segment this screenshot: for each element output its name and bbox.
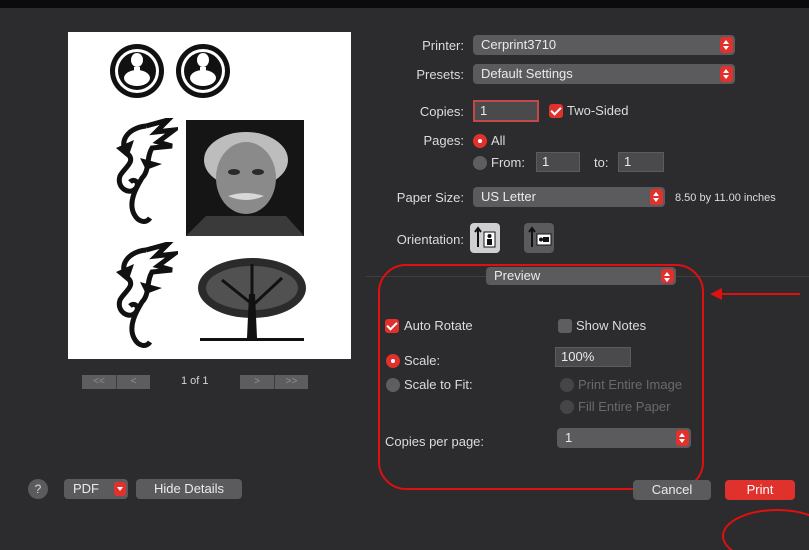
previous-page-button[interactable]: < [116,375,150,389]
portrait-icon [474,226,496,248]
pdf-label: PDF [73,481,99,496]
help-button[interactable]: ? [28,479,48,499]
pages-all-label: All [491,133,506,148]
page-count-label: 1 of 1 [181,375,209,387]
portrait-photo-image [186,120,304,236]
first-page-button[interactable]: << [82,375,116,389]
dragon-image-2 [116,242,178,348]
pages-from-radio[interactable] [473,156,487,170]
printer-label: Printer: [422,38,464,53]
printer-value: Cerprint3710 [481,37,557,52]
buddha-medallion-image-2 [176,44,230,98]
next-page-button[interactable]: > [240,375,274,389]
pages-from-label: From: [491,155,525,170]
paper-size-value: US Letter [481,189,536,204]
chevron-updown-icon [650,189,663,205]
copies-label: Copies: [419,104,464,119]
pages-all-radio[interactable] [473,134,487,148]
chevron-updown-icon [720,37,733,53]
printer-popup[interactable]: Cerprint3710 [473,35,735,55]
copies-input[interactable]: 1 [473,100,539,122]
window-top-edge [0,0,809,8]
paper-size-popup[interactable]: US Letter [473,187,665,207]
tree-image [198,258,306,341]
two-sided-checkbox[interactable] [549,104,563,118]
pages-to-input[interactable]: 1 [618,152,664,172]
pages-label: Pages: [423,133,464,148]
paper-size-label: Paper Size: [396,190,464,205]
presets-popup[interactable]: Default Settings [473,64,735,84]
print-preview-page [68,32,351,359]
chevron-down-icon [114,482,126,496]
two-sided-label: Two-Sided [567,103,629,118]
buddha-medallion-image [110,44,164,98]
dragon-image [116,118,178,224]
chevron-updown-icon [720,66,733,82]
pager-forward-group: > >> [240,375,308,389]
landscape-orientation-button[interactable] [524,223,554,253]
orientation-label: Orientation: [396,232,464,247]
pages-to-label: to: [594,155,609,170]
print-button[interactable]: Print [725,480,795,500]
landscape-icon [528,226,552,247]
pages-from-input[interactable]: 1 [536,152,580,172]
annotation-arrow-head [710,288,722,300]
presets-value: Default Settings [481,66,573,81]
paper-dimensions: 8.50 by 11.00 inches [675,192,776,204]
cancel-button[interactable]: Cancel [633,480,711,500]
annotation-highlight-box [378,264,704,490]
presets-label: Presets: [416,67,464,82]
pdf-menu-button[interactable]: PDF [64,479,128,499]
annotation-arrow-shaft [720,293,800,295]
hide-details-button[interactable]: Hide Details [136,479,242,499]
pager-back-group: << < [82,375,150,389]
last-page-button[interactable]: >> [274,375,308,389]
portrait-orientation-button[interactable] [470,223,500,253]
